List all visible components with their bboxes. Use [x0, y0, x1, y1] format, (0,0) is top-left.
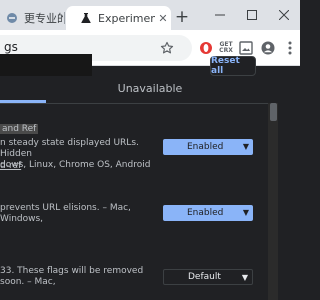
flag-state-select[interactable]: Default ▼	[163, 269, 253, 285]
opera-extension-icon[interactable]	[196, 38, 216, 58]
chevron-down-icon: ▼	[241, 273, 248, 282]
chevron-down-icon: ▼	[242, 142, 249, 151]
bookmark-star-icon[interactable]	[158, 39, 176, 57]
scrollbar-track[interactable]	[268, 103, 278, 300]
close-icon[interactable]: ✕	[155, 12, 171, 25]
tab-title: 更专业的IT类网	[24, 12, 63, 25]
get-crx-extension-icon[interactable]: GET CRX	[216, 38, 236, 58]
flask-icon	[80, 12, 92, 24]
close-window-button[interactable]	[268, 0, 300, 30]
tab-unavailable[interactable]: Unavailable	[100, 82, 200, 95]
url-text: gs	[4, 40, 18, 54]
maximize-icon	[247, 10, 257, 20]
select-value: Enabled	[187, 142, 224, 152]
tab-separator	[64, 12, 65, 24]
tab-other-site[interactable]: 更专业的IT类网	[0, 6, 63, 30]
minimize-button[interactable]	[204, 0, 236, 30]
image-extension-icon[interactable]	[236, 38, 256, 58]
reset-all-button[interactable]: Reset all	[210, 56, 256, 76]
tab-title: Experiments	[98, 11, 155, 25]
flag-description: n steady state displayed URLs. Hidden do…	[0, 138, 151, 170]
profile-avatar-icon[interactable]	[258, 38, 278, 58]
tab-strip: 更专业的IT类网 Experiments ✕ +	[0, 0, 300, 30]
select-value: Enabled	[187, 208, 224, 218]
flag-description: 33. These flags will be removed soon. – …	[0, 266, 144, 287]
scrollbar-thumb[interactable]	[270, 103, 277, 121]
more-menu-icon[interactable]	[280, 38, 300, 58]
search-field-area[interactable]	[0, 54, 92, 76]
select-value: Default	[188, 272, 221, 282]
close-icon	[279, 10, 289, 20]
tab-experiments[interactable]: Experiments ✕	[66, 6, 171, 30]
flag-name: and Ref	[0, 124, 39, 134]
maximize-button[interactable]	[236, 0, 268, 30]
flag-permalink[interactable]: d-ref	[0, 161, 21, 171]
tabs-divider	[0, 103, 268, 104]
flag-state-select[interactable]: Enabled ▼	[163, 139, 253, 155]
get-crx-label: GET CRX	[219, 41, 233, 54]
site-favicon-icon	[6, 12, 18, 24]
flag-description: prevents URL elisions. – Mac, Windows,	[0, 203, 131, 224]
flag-state-select[interactable]: Enabled ▼	[163, 205, 253, 221]
minimize-icon	[215, 14, 225, 16]
new-tab-button[interactable]: +	[172, 7, 192, 27]
chevron-down-icon: ▼	[242, 208, 249, 217]
